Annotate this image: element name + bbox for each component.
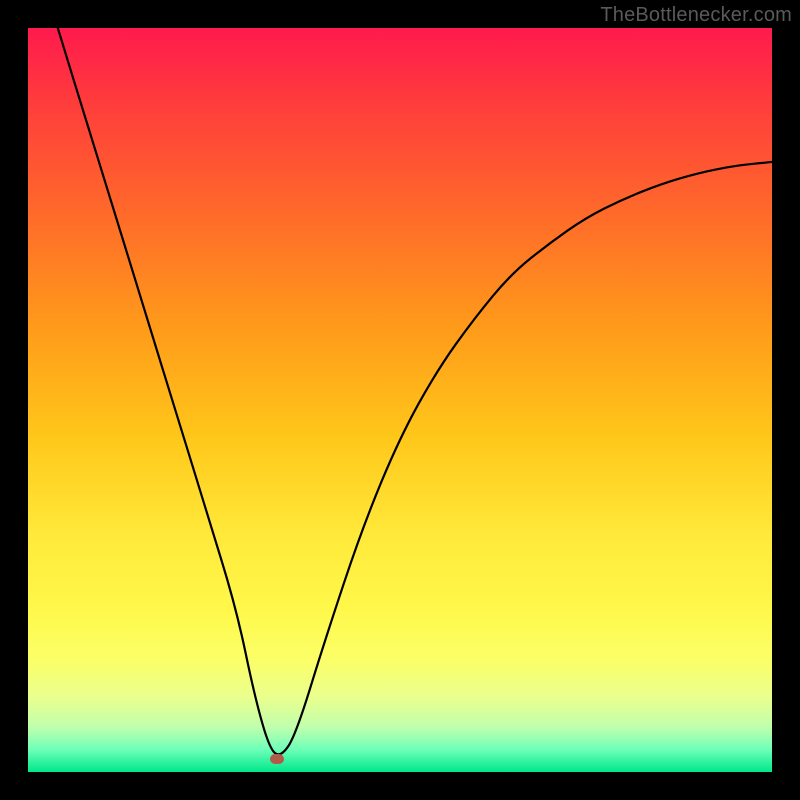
watermark-label: TheBottlenecker.com (600, 4, 792, 27)
plot-area (28, 28, 772, 772)
